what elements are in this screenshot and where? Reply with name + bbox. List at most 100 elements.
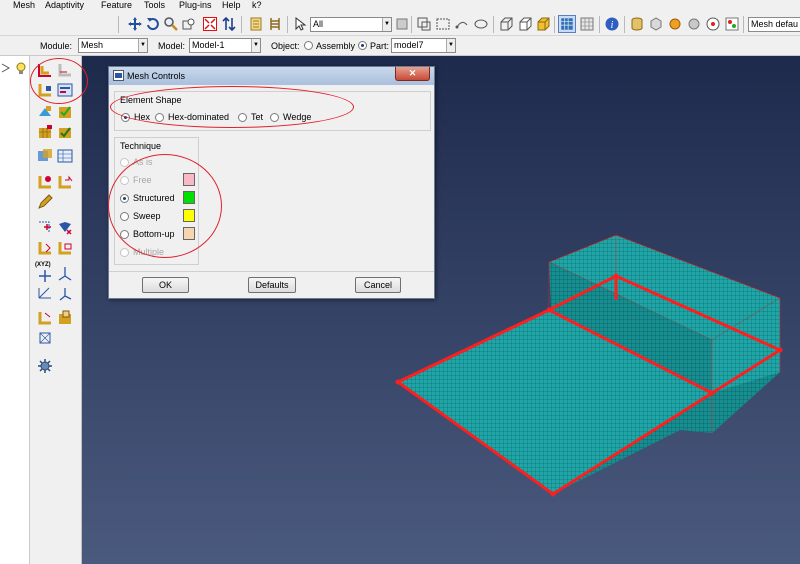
structured-radio[interactable]	[120, 194, 129, 203]
datum-csys-icon[interactable]	[57, 286, 73, 302]
close-icon: ✕	[408, 68, 417, 78]
cylinder-icon[interactable]	[630, 17, 644, 31]
tree-node-icon[interactable]	[0, 62, 12, 74]
model-value: Model-1	[192, 40, 225, 50]
assign-stack-icon[interactable]	[57, 174, 73, 190]
chevron-down-icon: ▼	[138, 39, 147, 52]
bottom-up-radio[interactable]	[120, 230, 129, 239]
as-is-radio[interactable]	[120, 158, 129, 167]
model-combo[interactable]: Model-1 ▼	[189, 38, 261, 53]
free-radio[interactable]	[120, 176, 129, 185]
zoom-icon[interactable]	[164, 17, 178, 31]
mesh-view-icon	[561, 18, 573, 30]
menu-tools[interactable]: Tools	[144, 0, 165, 11]
menu-feature[interactable]: Feature	[101, 0, 132, 11]
edit-element-icon[interactable]	[57, 240, 73, 256]
ladder-icon[interactable]	[268, 17, 282, 31]
mesh-controls-dialog: Mesh Controls ✕ Element Shape Hex Hex-do…	[108, 66, 435, 299]
menu-whats-this[interactable]: k?	[252, 0, 262, 11]
filled-icon[interactable]	[536, 17, 550, 31]
auto-fit-icon[interactable]	[203, 17, 217, 31]
sphere-icon[interactable]	[668, 17, 682, 31]
drag-select-icon[interactable]	[455, 17, 469, 31]
dialog-titlebar[interactable]: Mesh Controls ✕	[109, 67, 434, 85]
tet-label: Tet	[251, 112, 264, 122]
virtual-topology-icon[interactable]	[57, 148, 73, 164]
box-select-icon[interactable]	[436, 17, 450, 31]
mesh-toolbox: (XYZ)	[30, 56, 82, 564]
mesh-region-icon[interactable]	[37, 82, 53, 98]
color-code-value: Mesh defau	[751, 19, 799, 29]
selection-filter-combo[interactable]: All ▼	[310, 17, 392, 32]
partition-icon[interactable]	[37, 148, 53, 164]
query-part-icon[interactable]	[37, 310, 53, 326]
verify-mesh-icon[interactable]	[57, 104, 73, 120]
tet-radio[interactable]	[238, 113, 247, 122]
hex-radio[interactable]	[121, 113, 130, 122]
model-tree-panel[interactable]	[0, 56, 30, 564]
cycle-views-icon[interactable]	[222, 17, 236, 31]
geometry-edit-icon[interactable]	[57, 310, 73, 326]
sweep-radio[interactable]	[120, 212, 129, 221]
element-shape-group: Element Shape Hex Hex-dominated Tet Wedg…	[114, 91, 431, 131]
cube-icon[interactable]	[649, 17, 663, 31]
multiple-radio[interactable]	[120, 248, 129, 257]
technique-title: Technique	[120, 141, 162, 151]
lightbulb-icon[interactable]	[14, 61, 28, 75]
create-node-icon[interactable]	[37, 220, 53, 236]
hex-dominated-radio[interactable]	[155, 113, 164, 122]
technique-group: Technique As is Free Structured Sweep Bo…	[114, 137, 199, 265]
free-label: Free	[133, 175, 152, 185]
menu-help[interactable]: Help	[222, 0, 241, 11]
grid-icon[interactable]	[580, 17, 594, 31]
mesh-part-icon[interactable]	[37, 124, 53, 140]
pencil-mesh-icon[interactable]	[37, 194, 53, 210]
view-cube-toggle[interactable]	[558, 15, 576, 33]
hex-label: Hex	[134, 112, 151, 122]
menu-plugins[interactable]: Plug-ins	[179, 0, 212, 11]
datum-axis-icon[interactable]	[57, 266, 73, 282]
ok-button[interactable]: OK	[142, 277, 189, 293]
target-icon[interactable]	[706, 17, 720, 31]
wireframe-icon[interactable]	[499, 17, 513, 31]
tools-gear-icon[interactable]	[37, 358, 53, 374]
cancel-button[interactable]: Cancel	[355, 277, 401, 293]
part-radio[interactable]	[358, 41, 367, 50]
repair-icon[interactable]	[37, 330, 53, 346]
datum-point-icon[interactable]	[37, 268, 53, 284]
wedge-radio[interactable]	[270, 113, 279, 122]
assembly-radio[interactable]	[304, 41, 313, 50]
mesh-controls-icon[interactable]	[57, 82, 73, 98]
hidden-line-icon[interactable]	[518, 17, 532, 31]
seed-edges-icon[interactable]	[57, 62, 73, 78]
create-element-icon[interactable]	[37, 240, 53, 256]
select-arrow-icon[interactable]	[293, 17, 307, 31]
mesh-check-icon[interactable]	[57, 124, 73, 140]
info-icon[interactable]: i	[605, 17, 619, 31]
menubar: l Mesh Adaptivity Feature Tools Plug-ins…	[0, 0, 800, 13]
structured-label: Structured	[133, 193, 175, 203]
lasso-select-icon[interactable]	[474, 17, 488, 31]
pan-icon[interactable]	[128, 17, 142, 31]
replace-icon[interactable]	[249, 17, 263, 31]
module-value: Mesh	[81, 40, 104, 50]
menu-mesh[interactable]: Mesh	[13, 0, 35, 11]
selection-options-icon[interactable]	[395, 17, 409, 31]
rotate-icon[interactable]	[146, 17, 160, 31]
module-combo[interactable]: Mesh ▼	[78, 38, 148, 53]
mesh-color-icon[interactable]	[725, 17, 739, 31]
datum-plane-icon[interactable]	[37, 286, 53, 302]
edit-mesh-icon[interactable]	[37, 174, 53, 190]
element-type-icon[interactable]	[37, 104, 53, 120]
chevron-down-icon: ▼	[251, 39, 260, 52]
defaults-button[interactable]: Defaults	[248, 277, 296, 293]
close-button[interactable]: ✕	[395, 67, 430, 81]
seed-part-icon[interactable]	[37, 62, 53, 78]
select-set-icon[interactable]	[417, 17, 431, 31]
color-code-combo[interactable]: Mesh defau	[748, 17, 800, 32]
box-zoom-icon[interactable]	[182, 17, 196, 31]
menu-adaptivity[interactable]: Adaptivity	[45, 0, 84, 11]
sphere-grey-icon[interactable]	[687, 17, 701, 31]
part-combo[interactable]: model7 ▼	[391, 38, 456, 53]
delete-node-icon[interactable]	[57, 220, 73, 236]
